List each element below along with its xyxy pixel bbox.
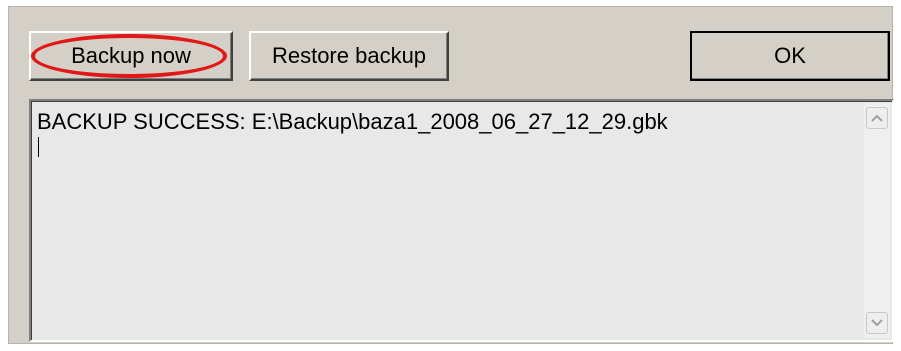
scroll-down-button[interactable] [866,312,888,334]
log-textarea[interactable]: BACKUP SUCCESS: E:\Backup\baza1_2008_06_… [29,99,894,342]
log-message: BACKUP SUCCESS: E:\Backup\baza1_2008_06_… [37,109,668,134]
ok-label: OK [774,43,806,68]
vertical-scrollbar[interactable] [864,103,890,338]
restore-backup-button[interactable]: Restore backup [249,31,449,81]
backup-now-button[interactable]: Backup now [29,31,233,81]
backup-now-label: Backup now [71,43,191,68]
restore-backup-label: Restore backup [271,43,427,68]
backup-dialog-panel: Backup now Restore backup OK BACKUP SUCC… [8,6,894,344]
chevron-up-icon [871,114,883,122]
text-caret [38,137,39,157]
scroll-up-button[interactable] [866,107,888,129]
chevron-down-icon [871,319,883,327]
ok-button[interactable]: OK [690,31,890,81]
